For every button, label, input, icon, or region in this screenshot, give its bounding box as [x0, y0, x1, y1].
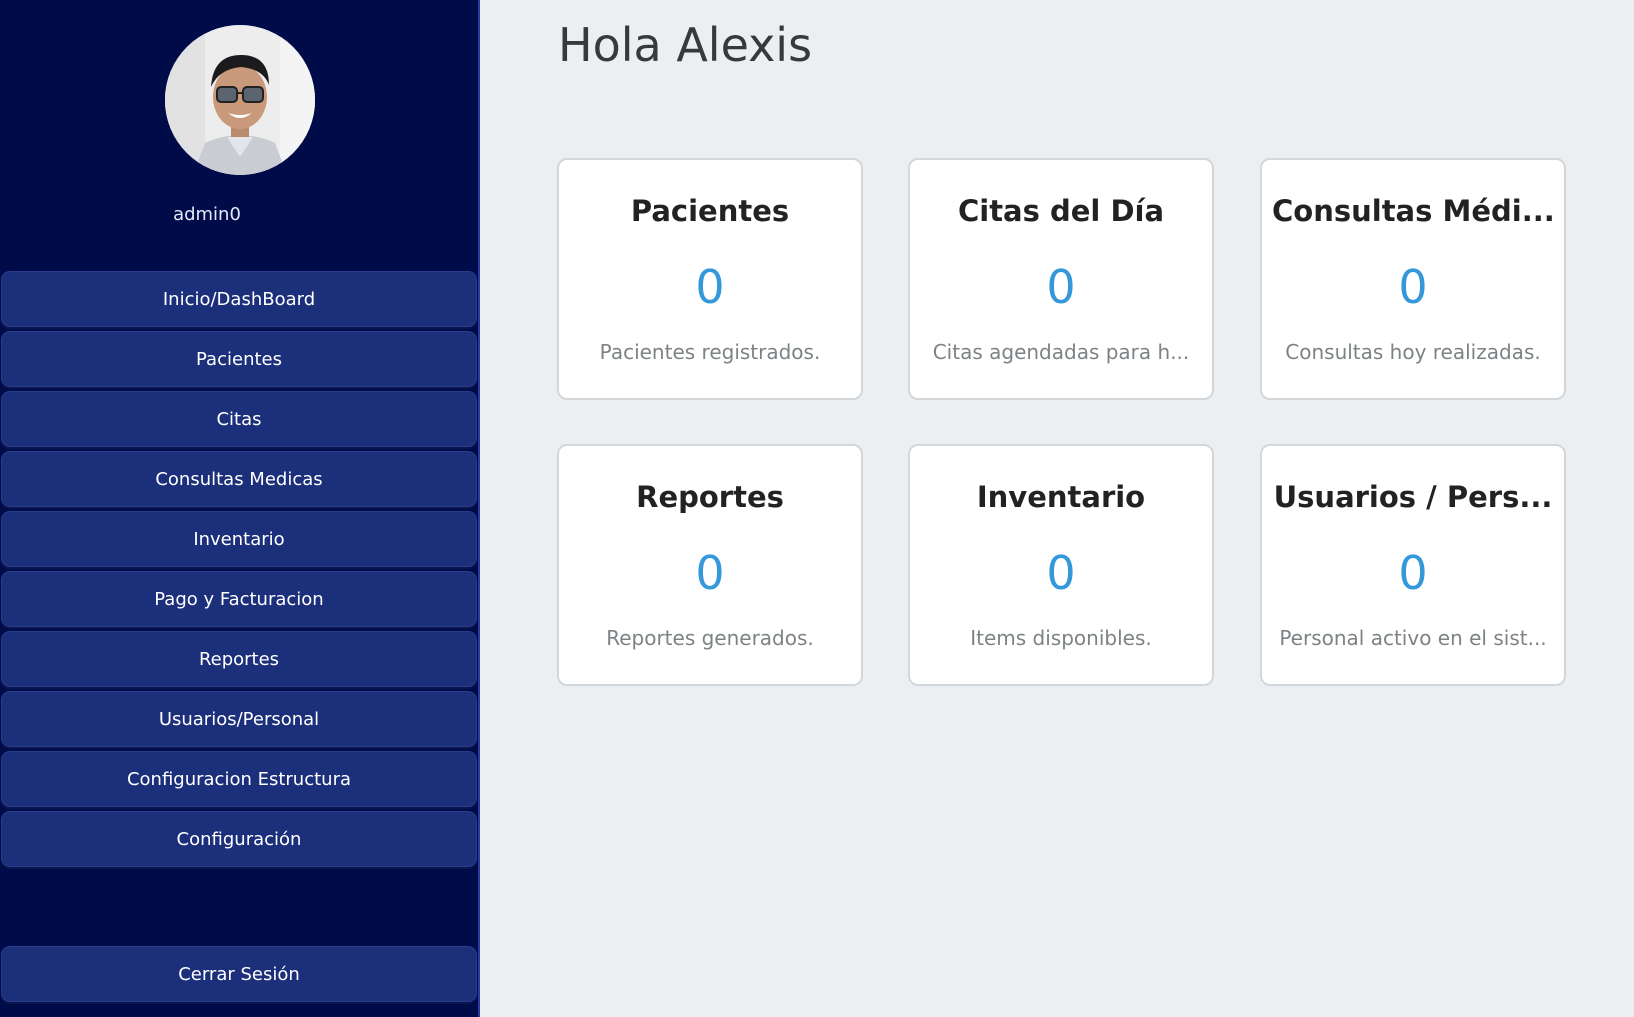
- nav-button-pacientes[interactable]: Pacientes: [1, 331, 477, 387]
- app: admin0 Inicio/DashBoard Pacientes Citas …: [0, 0, 1634, 1017]
- sidebar-item-inventario: Inventario: [0, 511, 478, 568]
- card-pacientes[interactable]: Pacientes 0 Pacientes registrados.: [557, 158, 863, 400]
- card-description: Reportes generados.: [606, 626, 814, 650]
- card-title: Inventario: [976, 480, 1146, 514]
- logout-container: Cerrar Sesión: [0, 946, 478, 1003]
- card-reportes[interactable]: Reportes 0 Reportes generados.: [557, 444, 863, 686]
- card-citas-del-dia[interactable]: Citas del Día 0 Citas agendadas para h..…: [908, 158, 1214, 400]
- card-description: Consultas hoy realizadas.: [1285, 340, 1541, 364]
- card-title: Citas del Día: [957, 194, 1165, 228]
- card-inventario[interactable]: Inventario 0 Items disponibles.: [908, 444, 1214, 686]
- card-value: 0: [1046, 260, 1076, 314]
- card-value: 0: [1398, 546, 1428, 600]
- nav-button-reportes[interactable]: Reportes: [1, 631, 477, 687]
- nav-button-configuracion[interactable]: Configuración: [1, 811, 477, 867]
- page-title: Hola Alexis: [558, 18, 813, 72]
- card-title: Usuarios / Pers...: [1273, 480, 1553, 514]
- card-title: Consultas Médi...: [1272, 194, 1554, 228]
- card-description: Pacientes registrados.: [599, 340, 821, 364]
- card-usuarios-personal[interactable]: Usuarios / Pers... 0 Personal activo en …: [1260, 444, 1566, 686]
- sidebar: admin0 Inicio/DashBoard Pacientes Citas …: [0, 0, 480, 1017]
- card-value: 0: [1398, 260, 1428, 314]
- card-description: Items disponibles.: [970, 626, 1152, 650]
- nav-button-consultas-medicas[interactable]: Consultas Medicas: [1, 451, 477, 507]
- main-content: Hola Alexis Pacientes 0 Pacientes regist…: [480, 0, 1634, 1017]
- username: admin0: [173, 204, 241, 225]
- sidebar-item-reportes: Reportes: [0, 631, 478, 688]
- sidebar-nav: Inicio/DashBoard Pacientes Citas Consult…: [0, 271, 480, 871]
- sidebar-item-dashboard: Inicio/DashBoard: [0, 271, 478, 328]
- card-description: Citas agendadas para h...: [932, 340, 1190, 364]
- sidebar-item-pacientes: Pacientes: [0, 331, 478, 388]
- avatar: [165, 25, 315, 175]
- card-value: 0: [1046, 546, 1076, 600]
- sidebar-item-consultas-medicas: Consultas Medicas: [0, 451, 478, 508]
- sidebar-item-citas: Citas: [0, 391, 478, 448]
- card-description: Personal activo en el sist...: [1279, 626, 1547, 650]
- sidebar-item-usuarios-personal: Usuarios/Personal: [0, 691, 478, 748]
- card-title: Pacientes: [630, 194, 790, 228]
- nav-button-inventario[interactable]: Inventario: [1, 511, 477, 567]
- nav-button-dashboard[interactable]: Inicio/DashBoard: [1, 271, 477, 327]
- card-consultas-medicas[interactable]: Consultas Médi... 0 Consultas hoy realiz…: [1260, 158, 1566, 400]
- card-value: 0: [695, 546, 725, 600]
- nav-button-pago-facturacion[interactable]: Pago y Facturacion: [1, 571, 477, 627]
- avatar-photo: [165, 25, 315, 175]
- nav-button-usuarios-personal[interactable]: Usuarios/Personal: [1, 691, 477, 747]
- nav-button-citas[interactable]: Citas: [1, 391, 477, 447]
- logout-button[interactable]: Cerrar Sesión: [1, 946, 477, 1002]
- card-value: 0: [695, 260, 725, 314]
- nav-button-configuracion-estructura[interactable]: Configuracion Estructura: [1, 751, 477, 807]
- sidebar-item-pago-facturacion: Pago y Facturacion: [0, 571, 478, 628]
- sidebar-item-configuracion-estructura: Configuracion Estructura: [0, 751, 478, 808]
- card-title: Reportes: [636, 480, 784, 514]
- sidebar-item-configuracion: Configuración: [0, 811, 478, 868]
